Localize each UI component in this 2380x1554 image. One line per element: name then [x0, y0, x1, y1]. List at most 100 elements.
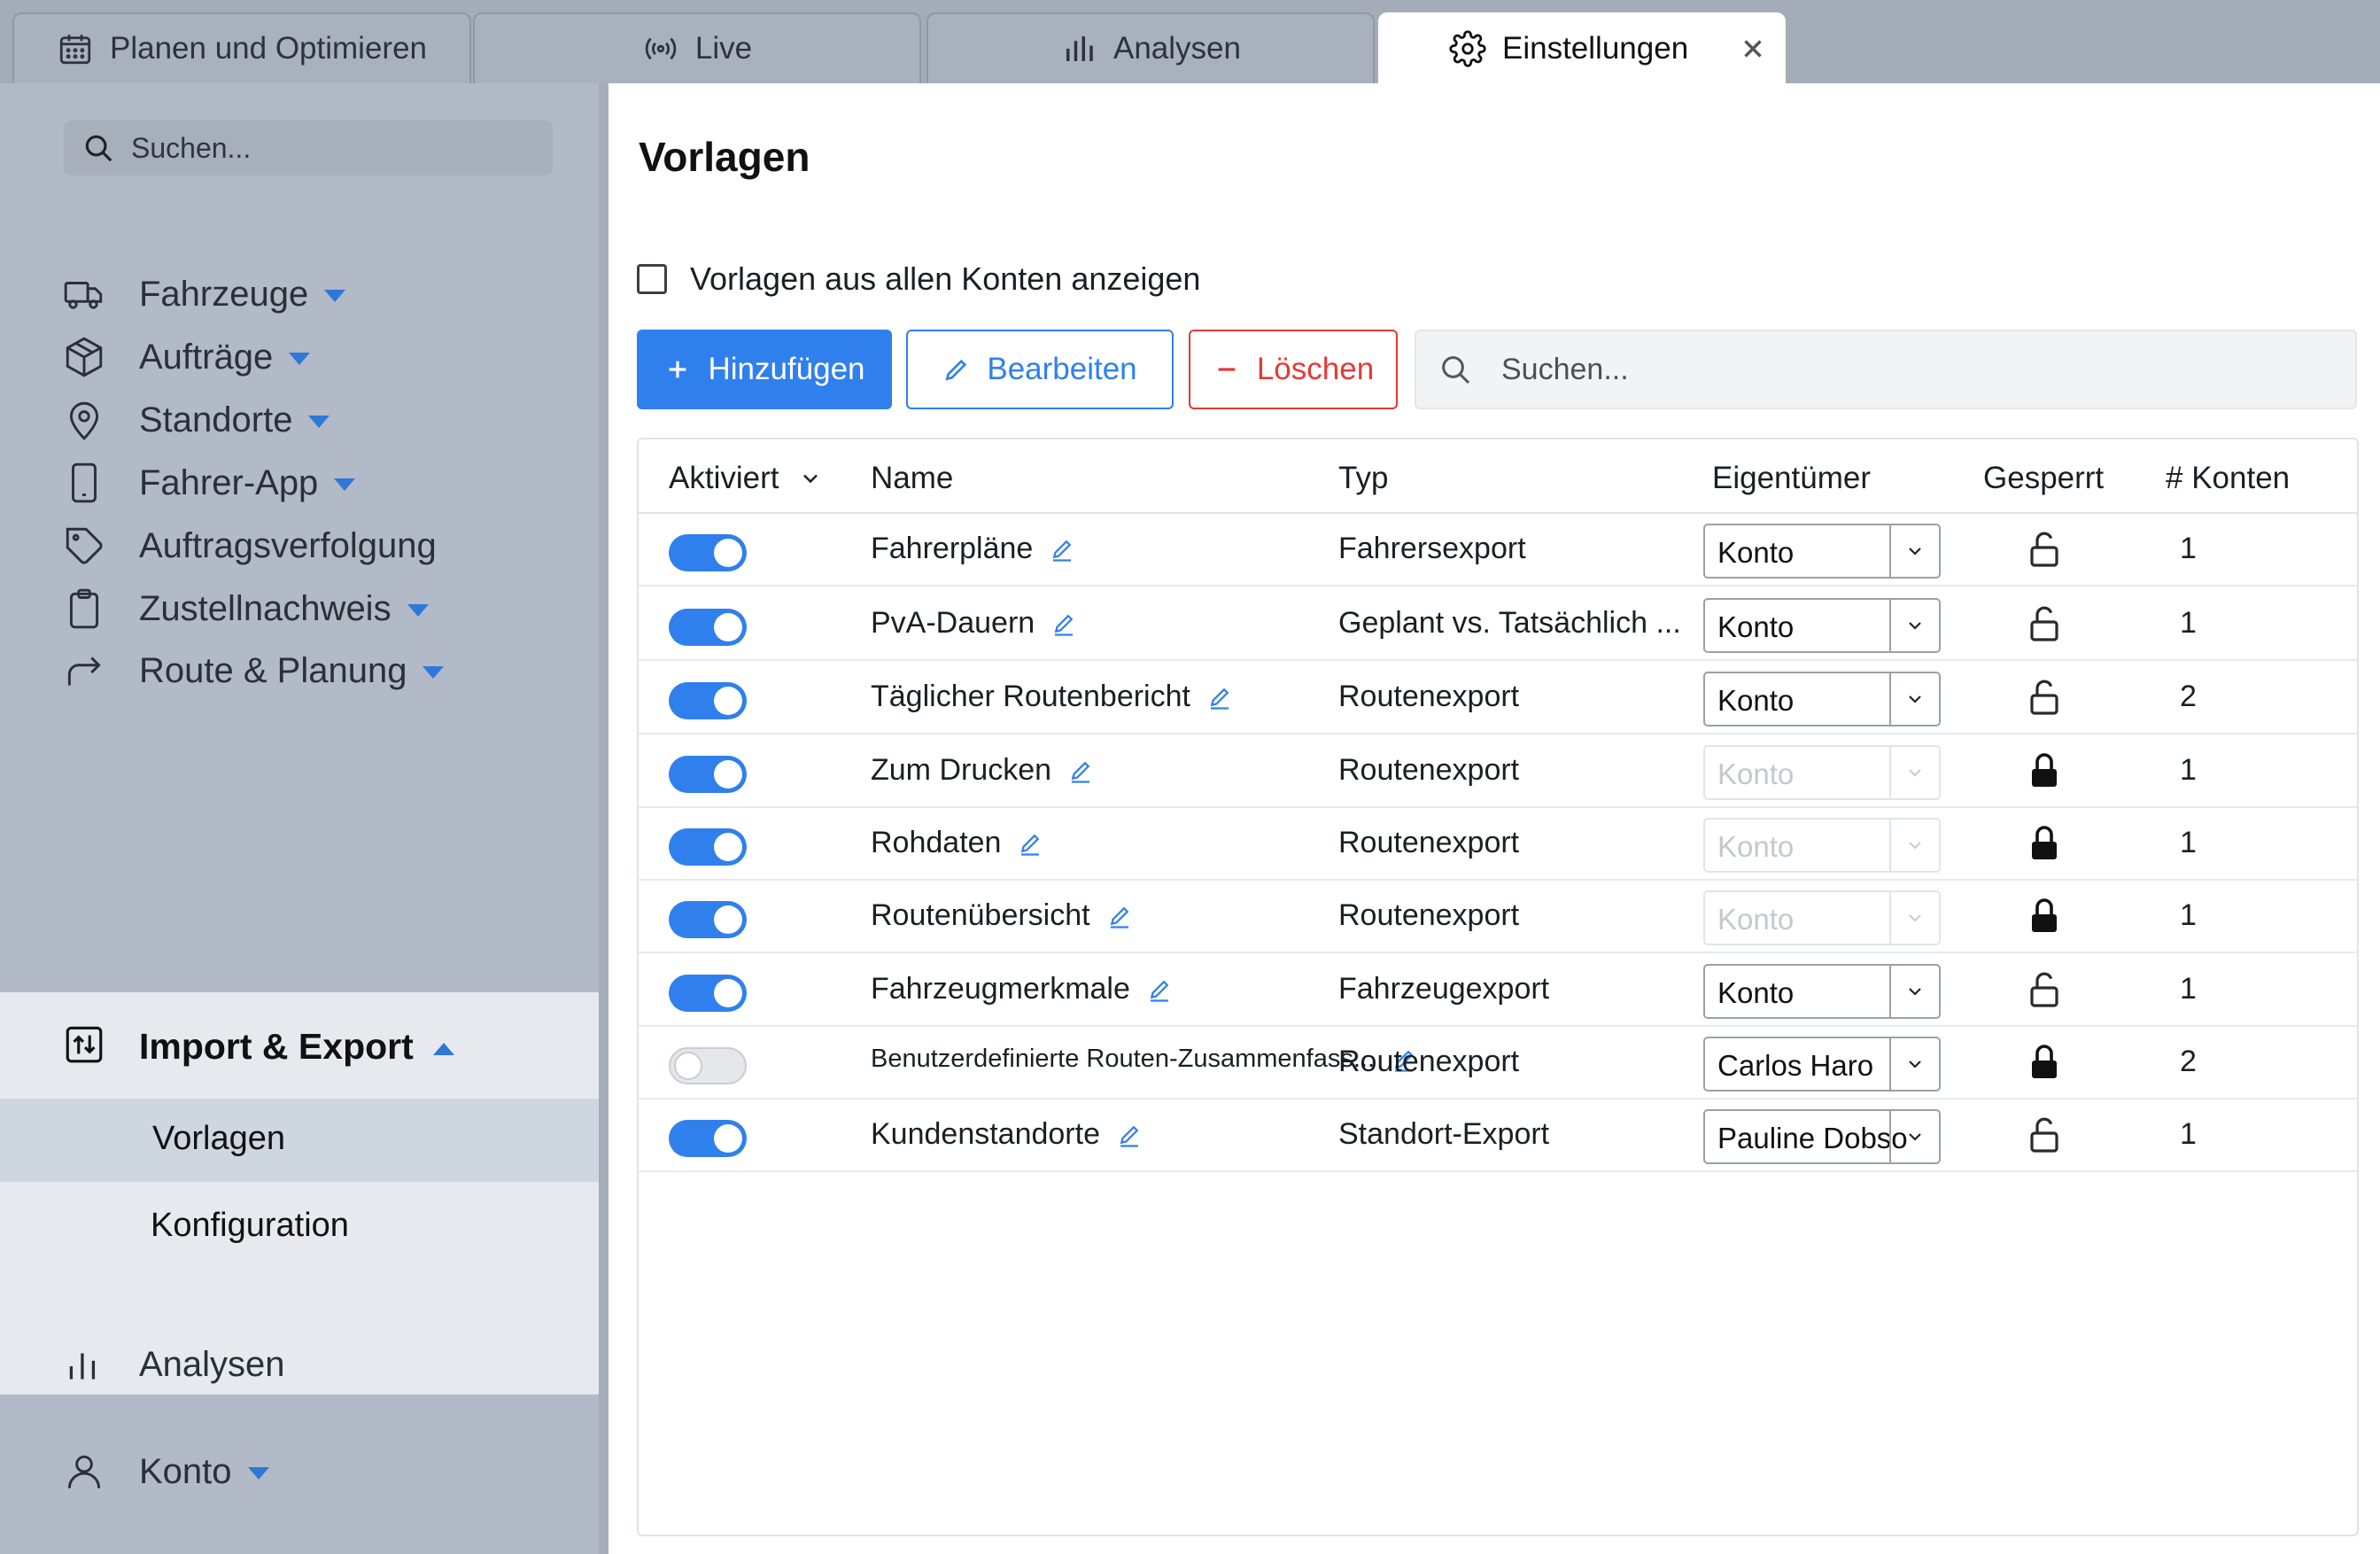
type-cell: Fahrersexport: [1338, 532, 1526, 565]
owner-select[interactable]: Pauline Dobso: [1703, 1109, 1941, 1164]
close-icon[interactable]: [1738, 34, 1768, 64]
enabled-toggle[interactable]: [669, 756, 747, 793]
column-header-konten[interactable]: # Konten: [2166, 461, 2290, 496]
enabled-toggle[interactable]: [669, 975, 747, 1012]
table-row[interactable]: Zum Drucken Routenexport Konto 1: [639, 735, 2357, 808]
edit-pencil-icon[interactable]: [1116, 1122, 1143, 1148]
tab-planen[interactable]: Planen und Optimieren: [12, 12, 471, 83]
edit-pencil-icon[interactable]: [1146, 976, 1173, 1003]
name-cell: Rohdaten: [871, 826, 1043, 860]
accounts-count: 2: [2180, 680, 2197, 713]
template-name: Täglicher Routenbericht: [871, 680, 1190, 713]
type-cell: Fahrzeugexport: [1338, 972, 1550, 1006]
sidebar-search-placeholder: Suchen...: [131, 131, 252, 164]
unlocked-icon[interactable]: [2023, 676, 2066, 719]
enabled-toggle[interactable]: [669, 609, 747, 646]
table-search-input[interactable]: Suchen...: [1415, 330, 2357, 409]
tab-einstellungen[interactable]: Einstellungen: [1378, 12, 1786, 83]
unlocked-icon[interactable]: [2023, 1114, 2066, 1156]
owner-dropdown-button[interactable]: [1889, 600, 1939, 651]
locked-icon[interactable]: [2023, 895, 2066, 937]
owner-select[interactable]: Konto: [1703, 524, 1941, 579]
unlocked-icon[interactable]: [2023, 528, 2066, 571]
table-row[interactable]: PvA-Dauern Geplant vs. Tatsächlich ... Kon…: [639, 588, 2357, 661]
edit-pencil-icon[interactable]: [1050, 610, 1077, 637]
edit-button[interactable]: Bearbeiten: [906, 330, 1174, 409]
sidebar-item-label: Fahrer-App: [139, 462, 319, 502]
owner-dropdown-button[interactable]: [1889, 525, 1939, 577]
chevron-down-icon: [1909, 548, 1921, 556]
edit-pencil-icon[interactable]: [1067, 758, 1094, 784]
sidebar-search-input[interactable]: Suchen...: [64, 120, 553, 175]
sidebar-subitem-label: Konfiguration: [151, 1207, 349, 1244]
owner-select[interactable]: Konto: [1703, 672, 1941, 726]
table-row[interactable]: Kundenstandorte Standort-Export Pauline Do…: [639, 1099, 2357, 1172]
owner-select: Konto: [1703, 890, 1941, 945]
caret-down-icon: [423, 665, 445, 679]
minus-icon: [1218, 368, 1236, 371]
owner-dropdown-button[interactable]: [1889, 1111, 1939, 1162]
tab-analysen[interactable]: Analysen: [926, 12, 1375, 83]
tab-live[interactable]: Live: [473, 12, 921, 83]
search-icon: [85, 135, 112, 162]
type-cell: Routenexport: [1338, 898, 1520, 932]
table-row[interactable]: Benutzerdefinierte Routen-Zusammenfass..…: [639, 1027, 2357, 1099]
table-header: Aktiviert Name Typ Eigentümer Gesperrt #…: [639, 439, 2357, 514]
sidebar-item-label: Import & Export: [139, 1026, 414, 1067]
owner-select[interactable]: Konto: [1703, 964, 1941, 1019]
table-row[interactable]: Täglicher Routenbericht Routenexport Konto…: [639, 662, 2357, 734]
accounts-count: 1: [2180, 753, 2197, 787]
unlocked-icon[interactable]: [2023, 968, 2066, 1011]
caret-down-icon: [308, 415, 330, 428]
table-search-placeholder: Suchen...: [1501, 352, 1629, 386]
sidebar-item-import-export[interactable]: Import & Export: [0, 992, 599, 1099]
enabled-toggle[interactable]: [669, 682, 747, 719]
sidebar-item-label: Aufträge: [139, 337, 274, 377]
table-row[interactable]: Routenübersicht Routenexport Konto 1: [639, 881, 2357, 953]
enabled-toggle[interactable]: [669, 828, 747, 866]
chevron-down-icon: [1909, 622, 1921, 630]
column-header-aktiviert[interactable]: Aktiviert: [669, 461, 823, 496]
locked-icon[interactable]: [2023, 750, 2066, 792]
owner-dropdown-button: [1889, 747, 1939, 798]
owner-select[interactable]: Konto: [1703, 598, 1941, 653]
sidebar-scrollbar[interactable]: [599, 83, 609, 1554]
show-all-accounts-option[interactable]: Vorlagen aus allen Konten anzeigen: [637, 260, 1200, 298]
sidebar-subitem-konfiguration[interactable]: Konfiguration: [0, 1182, 599, 1270]
delete-button-label: Löschen: [1256, 352, 1375, 386]
column-header-typ[interactable]: Typ: [1338, 461, 1388, 496]
edit-pencil-icon[interactable]: [1206, 684, 1233, 711]
table-row[interactable]: Rohdaten Routenexport Konto 1: [639, 808, 2357, 881]
add-button[interactable]: Hinzufügen: [637, 330, 892, 409]
edit-pencil-icon[interactable]: [1017, 830, 1043, 857]
unlocked-icon[interactable]: [2023, 602, 2066, 645]
sidebar-item-route-planung[interactable]: Route & Planung: [0, 622, 599, 719]
locked-icon[interactable]: [2023, 822, 2066, 865]
enabled-toggle[interactable]: [669, 1047, 747, 1084]
table-row[interactable]: Fahrzeugmerkmale Fahrzeugexport Konto 1: [639, 954, 2357, 1027]
edit-pencil-icon[interactable]: [1049, 536, 1075, 563]
owner-dropdown-button[interactable]: [1889, 673, 1939, 725]
owner-dropdown-button[interactable]: [1889, 966, 1939, 1017]
edit-pencil-icon[interactable]: [1106, 903, 1133, 929]
name-cell: Fahrerpläne: [871, 532, 1075, 566]
column-header-gesperrt[interactable]: Gesperrt: [1983, 461, 2104, 496]
sidebar-subitem-vorlagen[interactable]: Vorlagen: [0, 1099, 599, 1182]
sidebar-item-analysen[interactable]: Analysen: [0, 1316, 599, 1413]
sidebar-item-label: Standorte: [139, 400, 293, 439]
enabled-toggle[interactable]: [669, 901, 747, 938]
enabled-toggle[interactable]: [669, 1120, 747, 1157]
name-cell: Fahrzeugmerkmale: [871, 972, 1173, 1006]
column-header-name[interactable]: Name: [871, 461, 953, 496]
locked-icon[interactable]: [2023, 1041, 2066, 1084]
sidebar-item-konto[interactable]: Konto: [0, 1423, 599, 1520]
type-cell: Standort-Export: [1338, 1117, 1550, 1151]
column-header-eigentuemer[interactable]: Eigentümer: [1712, 461, 1871, 496]
enabled-toggle[interactable]: [669, 534, 747, 571]
owner-dropdown-button[interactable]: [1889, 1038, 1939, 1090]
owner-select[interactable]: Carlos Haro: [1703, 1037, 1941, 1092]
delete-button[interactable]: Löschen: [1189, 330, 1398, 409]
page-title: Vorlagen: [639, 134, 810, 180]
show-all-accounts-checkbox[interactable]: [637, 264, 667, 294]
table-row[interactable]: Fahrerpläne Fahrersexport Konto 1: [639, 514, 2357, 587]
